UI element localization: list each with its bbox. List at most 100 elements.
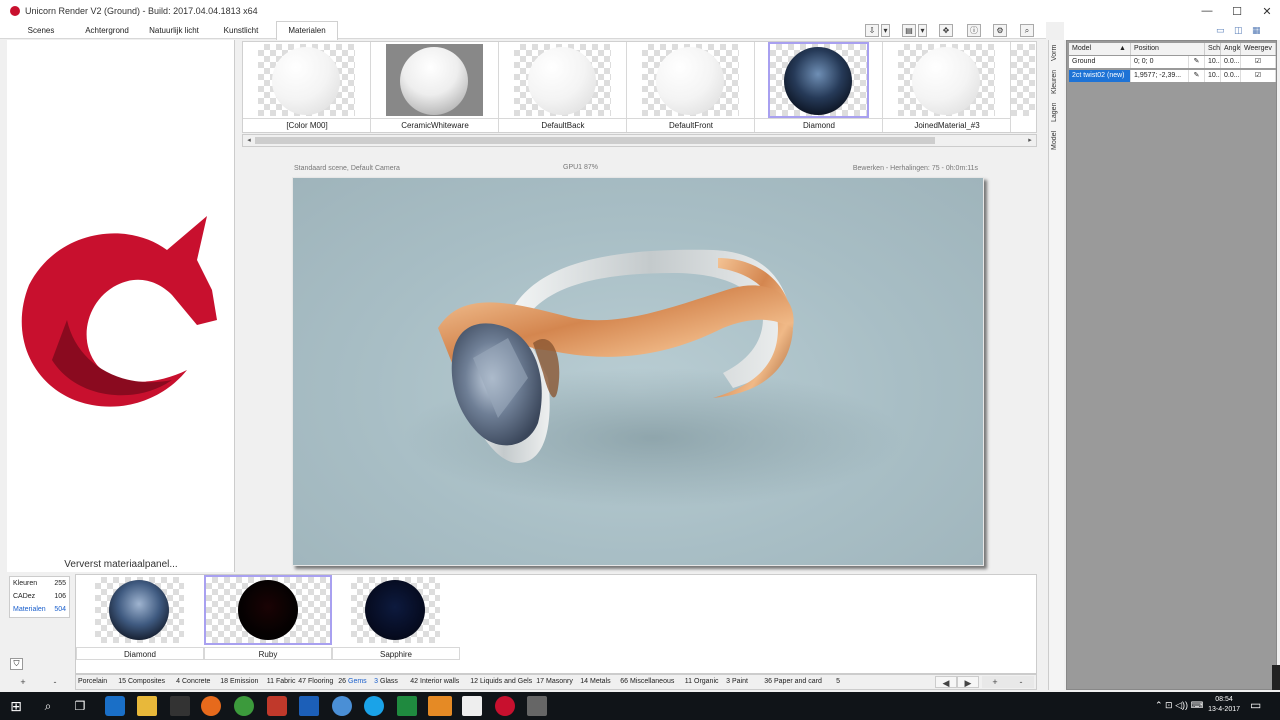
category-item[interactable]: Glass 42 (380, 675, 420, 688)
vtab-colors[interactable]: Kleuren (1051, 68, 1063, 96)
tab-scenes[interactable]: Scenes (10, 22, 72, 39)
save-dropdown-icon[interactable]: ▾ (918, 24, 927, 37)
material-item-partial[interactable] (1011, 42, 1036, 132)
table-cell-scale[interactable]: 10... (1205, 70, 1221, 82)
excel-icon[interactable] (397, 696, 417, 716)
tab-background[interactable]: Achtergrond (76, 22, 138, 39)
category-item[interactable]: Miscellaneous 11 (630, 675, 694, 688)
app-icon-gray[interactable] (527, 696, 547, 716)
remove-library-button[interactable]: - (40, 676, 70, 688)
move-icon[interactable]: ✥ (939, 24, 953, 37)
edit-position-icon[interactable]: ✎ (1189, 56, 1205, 68)
materials-scrollbar[interactable]: ◂ ▸ (242, 134, 1037, 147)
edit-position-icon[interactable]: ✎ (1189, 70, 1205, 82)
col-header-model[interactable]: Model ▲ (1069, 43, 1131, 55)
col-header-angle[interactable]: Angle (1221, 43, 1241, 55)
next-page-button[interactable]: ▶ (957, 676, 979, 688)
app-icon-active[interactable] (428, 696, 452, 716)
save-icon[interactable]: ▤ (902, 24, 916, 37)
prev-page-button[interactable]: ◀ (935, 676, 957, 688)
material-item[interactable]: DefaultBack (499, 42, 627, 132)
material-item[interactable]: DefaultFront (627, 42, 755, 132)
tab-materials[interactable]: Materialen (276, 21, 338, 40)
library-item-cadez[interactable]: CADez 106 (10, 590, 69, 603)
material-item[interactable]: [Color M00] (243, 42, 371, 132)
category-item[interactable]: Masonry 14 (546, 675, 590, 688)
vtab-shape[interactable]: Vorm (1051, 42, 1063, 64)
export-dropdown-icon[interactable]: ▾ (881, 24, 890, 37)
category-item[interactable]: Concrete 18 (182, 675, 230, 688)
outlook-icon[interactable] (299, 696, 319, 716)
material-item[interactable]: Sapphire (332, 577, 460, 660)
maximize-button[interactable]: ☐ (1222, 0, 1252, 22)
category-item[interactable]: Composites 4 (128, 675, 182, 688)
zoom-icon[interactable]: ⌕ (1020, 24, 1034, 37)
notepad-icon[interactable] (462, 696, 482, 716)
library-item-colors[interactable]: Kleuren 255 (10, 577, 69, 590)
col-header-position[interactable]: Position (1131, 43, 1205, 55)
file-explorer-icon[interactable] (137, 696, 157, 716)
skype-icon[interactable] (364, 696, 384, 716)
clock[interactable]: 08:54 13-4-2017 (1208, 695, 1240, 715)
scroll-right-icon[interactable]: ▸ (1024, 135, 1036, 146)
filter-icon[interactable]: ⛉ (10, 658, 23, 670)
table-cell-angle[interactable]: 0.0... (1221, 70, 1241, 82)
category-item[interactable]: Flooring 26 (308, 675, 348, 688)
remove-material-button[interactable]: - (1008, 676, 1034, 688)
unicorn-render-icon[interactable] (495, 696, 515, 716)
vtab-layers[interactable]: Lagen (1051, 100, 1063, 124)
info-icon[interactable]: ⓘ (967, 24, 981, 37)
category-item[interactable]: Paint 36 (732, 675, 774, 688)
table-cell-model-selected[interactable]: 2ct twist02 (new) (1069, 70, 1131, 82)
table-cell-angle[interactable]: 0.0... (1221, 56, 1241, 68)
visible-checkbox[interactable]: ☑ (1241, 56, 1276, 68)
category-item[interactable]: Fabric 47 (276, 675, 308, 688)
add-material-button[interactable]: + (982, 676, 1008, 688)
grid-view-icon[interactable]: ▦ (1252, 25, 1261, 36)
category-item[interactable]: Porcelain 15 (78, 675, 128, 688)
category-item[interactable]: Emission 11 (230, 675, 276, 688)
search-icon[interactable]: ⌕ (38, 696, 58, 716)
category-item[interactable]: Liquids and Gels 17 (480, 675, 546, 688)
visible-checkbox[interactable]: ☑ (1241, 70, 1276, 82)
table-cell-position[interactable]: 1,9577; -2,39... (1131, 70, 1189, 82)
table-cell-model[interactable]: Ground (1069, 56, 1131, 68)
settings-icon[interactable]: ⚙ (993, 24, 1007, 37)
notifications-icon[interactable]: ▭ (1250, 698, 1261, 712)
app-icon-red[interactable] (267, 696, 287, 716)
store-icon[interactable] (170, 696, 190, 716)
export-icon[interactable]: ⇩ (865, 24, 879, 37)
system-tray-icons[interactable]: ⌃ ⊡ ◁)) ⌨ (1155, 700, 1204, 711)
table-cell-position[interactable]: 0; 0; 0 (1131, 56, 1189, 68)
add-library-button[interactable]: + (8, 676, 38, 688)
task-view-icon[interactable]: ❐ (70, 696, 90, 716)
tab-artificial-light[interactable]: Kunstlicht (212, 22, 270, 39)
col-header-scale[interactable]: Sch (1205, 43, 1221, 55)
material-item[interactable]: Diamond (76, 577, 204, 660)
material-item[interactable]: JoinedMaterial_#3 (883, 42, 1011, 132)
category-item[interactable]: Organic 3 (694, 675, 732, 688)
scroll-left-icon[interactable]: ◂ (243, 135, 255, 146)
edge-icon[interactable] (105, 696, 125, 716)
browser-icon[interactable] (332, 696, 352, 716)
split-view-icon[interactable]: ◫ (1234, 25, 1243, 36)
material-item-selected[interactable]: Diamond (755, 42, 883, 132)
chrome-icon[interactable] (234, 696, 254, 716)
close-button[interactable]: ✕ (1252, 0, 1280, 22)
category-item[interactable]: Metals 66 (590, 675, 630, 688)
vtab-model[interactable]: Model (1051, 128, 1063, 152)
firefox-icon[interactable] (201, 696, 221, 716)
tab-natural-light[interactable]: Natuurlijk licht (142, 22, 206, 39)
material-item[interactable]: CeramicWhiteware (371, 42, 499, 132)
category-item[interactable]: Paper and card 5 (774, 675, 842, 688)
table-cell-scale[interactable]: 10... (1205, 56, 1221, 68)
category-item[interactable]: Gems 3 (348, 675, 380, 688)
material-item-selected[interactable]: Ruby (204, 575, 332, 660)
start-icon[interactable]: ⊞ (6, 696, 26, 716)
library-item-materials[interactable]: Materialen 504 (10, 603, 69, 616)
minimize-button[interactable]: — (1192, 0, 1222, 22)
category-item[interactable]: Interior walls 12 (420, 675, 480, 688)
render-viewport[interactable] (292, 177, 984, 566)
scrollbar-thumb[interactable] (255, 137, 935, 144)
layout-icon[interactable]: ▭ (1216, 25, 1225, 36)
